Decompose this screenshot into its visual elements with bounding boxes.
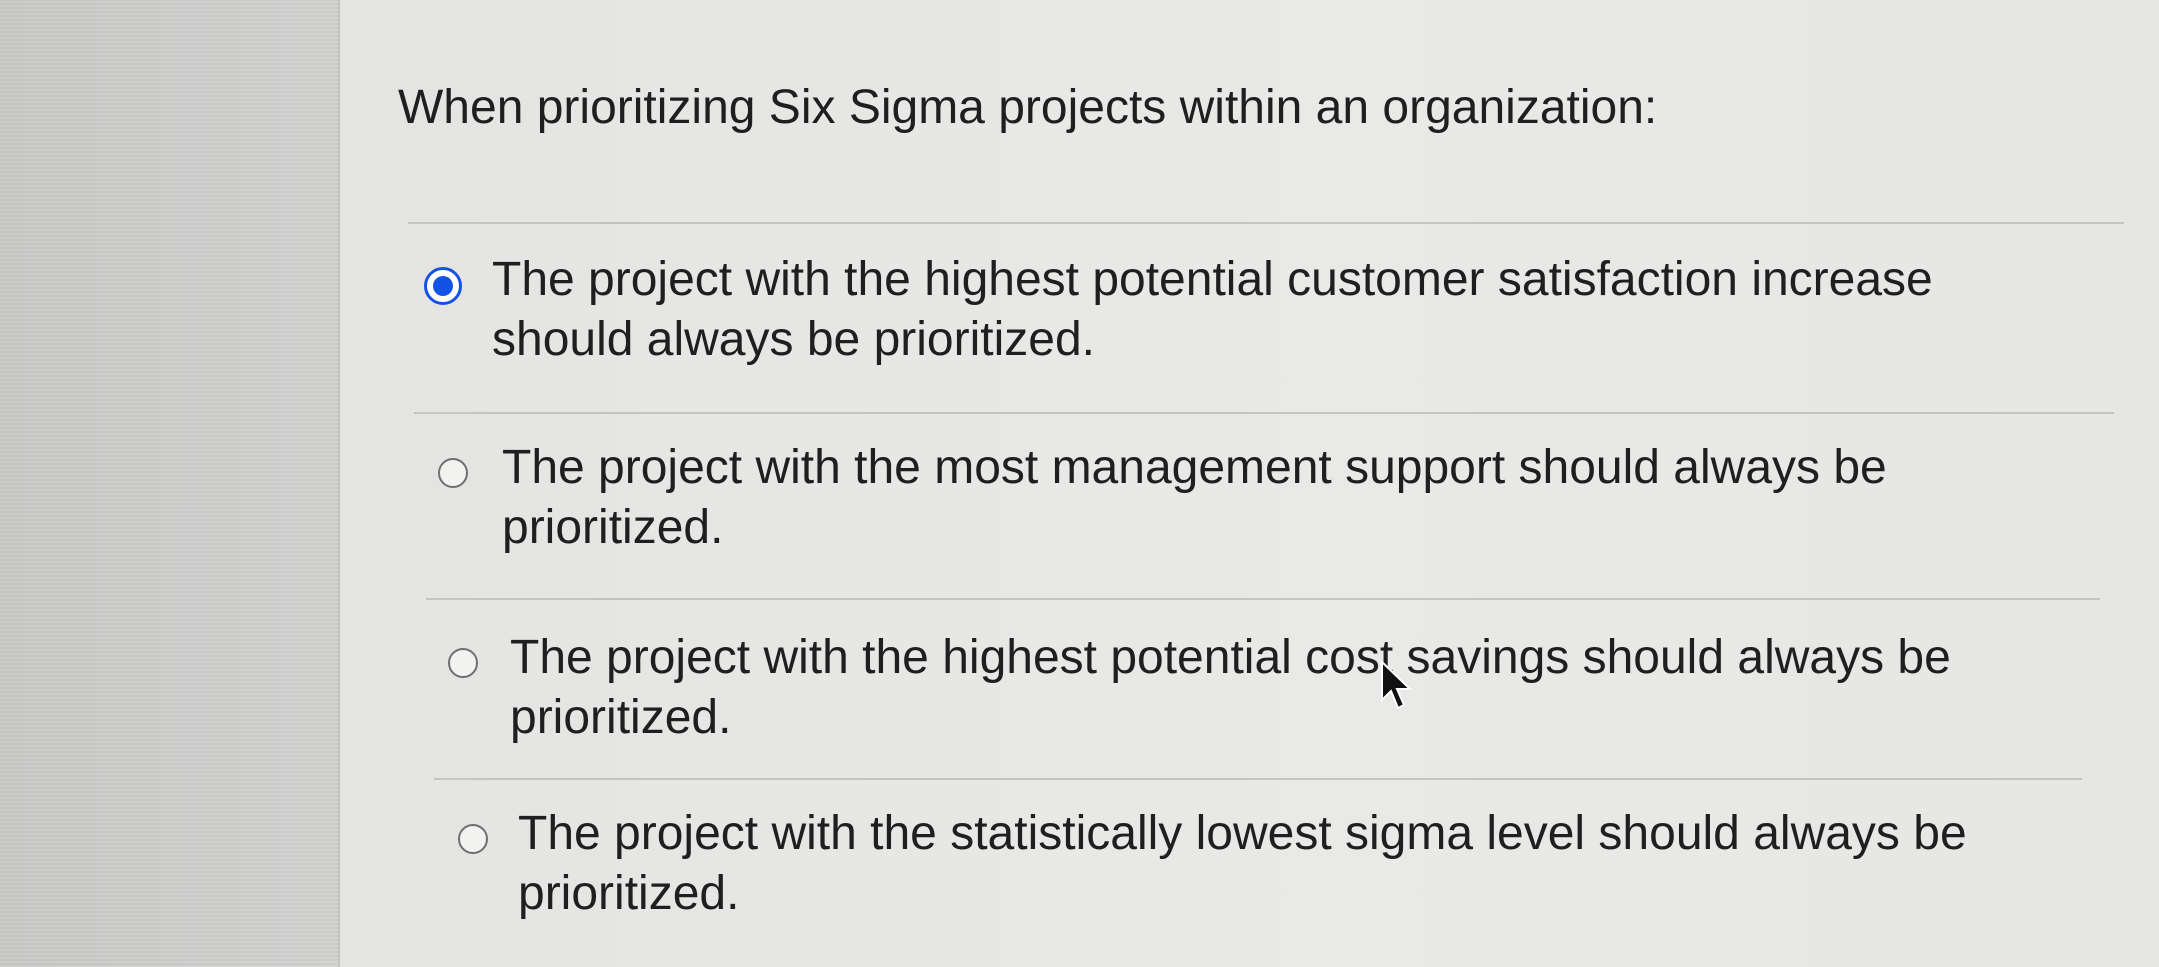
question-text: When prioritizing Six Sigma projects wit… [398,81,1658,134]
answer-option-4-line-1: The project with the statistically lowes… [518,807,1967,860]
answer-option-4[interactable]: The project with the statistically lowes… [452,804,2052,934]
radio-unselected-icon[interactable] [458,824,488,854]
answer-option-3-line-1: The project with the highest potential c… [510,631,1951,684]
divider [414,412,2114,414]
answer-option-1-line-2: should always be prioritized. [492,313,1095,366]
divider [434,778,2082,780]
answer-option-3-line-2: prioritized. [510,691,732,744]
answer-option-2[interactable]: The project with the most management sup… [432,438,2032,568]
divider [408,222,2124,224]
answer-option-2-line-2: prioritized. [502,501,724,554]
divider [426,598,2100,600]
radio-selected-icon[interactable] [424,267,462,305]
mouse-pointer-icon [1381,660,1413,710]
radio-unselected-icon[interactable] [448,648,478,678]
answer-option-1-line-1: The project with the highest potential c… [492,253,1933,306]
answer-option-1[interactable]: The project with the highest potential c… [420,250,2040,380]
answer-option-2-line-1: The project with the most management sup… [502,441,1887,494]
left-gutter [0,0,338,967]
screen: When prioritizing Six Sigma projects wit… [0,0,2159,967]
answer-option-4-line-2: prioritized. [518,867,740,920]
answer-option-3[interactable]: The project with the highest potential c… [442,628,2042,758]
radio-unselected-icon[interactable] [438,458,468,488]
